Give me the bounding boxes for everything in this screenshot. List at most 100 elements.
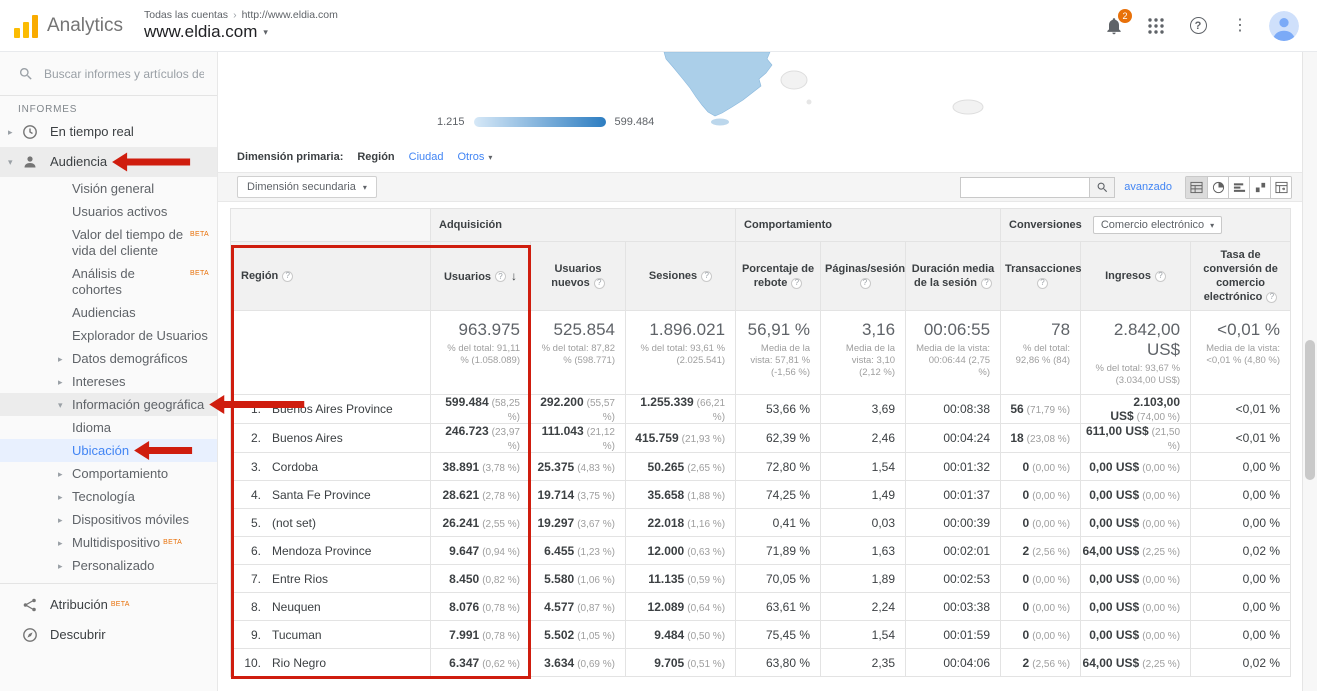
chevron-right-icon[interactable]: ▸ — [58, 489, 72, 505]
column-header-ingresos[interactable]: Ingresos? — [1081, 242, 1191, 311]
sidebar-item-tecnologia[interactable]: ▸Tecnología — [0, 485, 217, 508]
table-search-button[interactable] — [1090, 177, 1115, 198]
column-header-usuarios[interactable]: Usuarios?↓ — [431, 242, 531, 311]
map-region-tierra-del-fuego[interactable] — [711, 119, 729, 126]
column-header-tasa-conversion[interactable]: Tasa de conversión de comercio electróni… — [1191, 242, 1291, 311]
row-number: 1. — [239, 402, 261, 416]
region-link[interactable]: (not set) — [272, 516, 316, 530]
metric-percent: (0,69 %) — [577, 659, 615, 670]
chevron-right-icon[interactable]: ▸ — [58, 558, 72, 574]
chevron-down-icon[interactable]: ▾ — [58, 397, 72, 413]
sidebar-item-analisis-de-cohortes[interactable]: Análisis de cohortesBETA — [0, 262, 217, 301]
chevron-right-icon[interactable]: ▸ — [58, 512, 72, 528]
region-link[interactable]: Buenos Aires Province — [272, 402, 393, 416]
region-link[interactable]: Buenos Aires — [272, 431, 343, 445]
chevron-right-icon[interactable]: ▸ — [58, 374, 72, 390]
column-header-row: Región? Usuarios?↓ Usuarios nuevos? Sesi… — [231, 242, 1291, 311]
sidebar-item-descubrir[interactable]: Descubrir — [0, 620, 217, 650]
view-pivot-button[interactable] — [1270, 177, 1291, 198]
column-help-icon[interactable]: ? — [860, 278, 871, 289]
column-help-icon[interactable]: ? — [981, 278, 992, 289]
sidebar-item-personalizado[interactable]: ▸Personalizado — [0, 554, 217, 577]
sidebar-item-intereses[interactable]: ▸Intereses — [0, 370, 217, 393]
vertical-scrollbar[interactable] — [1302, 52, 1317, 691]
column-help-icon[interactable]: ? — [701, 271, 712, 282]
sidebar-search[interactable] — [0, 52, 217, 96]
sidebar-item-dispositivos-moviles[interactable]: ▸Dispositivos móviles — [0, 508, 217, 531]
sidebar-item-label: Personalizado — [72, 558, 154, 574]
sidebar-item-comportamiento[interactable]: ▸Comportamiento — [0, 462, 217, 485]
secondary-dimension-button[interactable]: Dimensión secundaria ▾ — [237, 176, 377, 198]
column-help-icon[interactable]: ? — [594, 278, 605, 289]
sidebar-item-usuarios-activos[interactable]: Usuarios activos — [0, 200, 217, 223]
summary-subtext: Media de la vista: 00:06:44 (2,75 %) — [916, 343, 990, 379]
sidebar-item-audiencias[interactable]: Audiencias — [0, 301, 217, 324]
sidebar-item-ubicacion[interactable]: Ubicación — [0, 439, 217, 462]
notifications-button[interactable]: 2 — [1101, 13, 1127, 39]
metric-value: 70,05 % — [766, 572, 810, 586]
region-link[interactable]: Santa Fe Province — [272, 488, 371, 502]
google-analytics-logo[interactable]: Analytics — [0, 14, 130, 38]
region-link[interactable]: Cordoba — [272, 460, 318, 474]
chevron-right-icon[interactable]: ▸ — [58, 535, 72, 551]
apps-grid-button[interactable] — [1143, 13, 1169, 39]
sidebar-item-idioma[interactable]: Idioma — [0, 416, 217, 439]
sidebar-item-en-tiempo-real[interactable]: ▸En tiempo real — [0, 117, 217, 147]
view-comparison-button[interactable] — [1249, 177, 1270, 198]
region-link[interactable]: Tucuman — [272, 628, 322, 642]
metric-value: 38.891 — [443, 460, 480, 474]
column-header-sesiones[interactable]: Sesiones? — [626, 242, 736, 311]
scrollbar-thumb[interactable] — [1305, 340, 1315, 480]
breadcrumb-all-accounts[interactable]: Todas las cuentas — [144, 9, 228, 21]
view-percentage-button[interactable] — [1207, 177, 1228, 198]
column-header-region[interactable]: Región? — [231, 242, 431, 311]
account-name-row[interactable]: www.eldia.com ▾ — [144, 22, 338, 42]
column-help-icon[interactable]: ? — [495, 271, 506, 282]
overflow-menu-button[interactable]: ⋮ — [1227, 13, 1253, 39]
search-input[interactable] — [44, 67, 204, 81]
chevron-down-icon[interactable]: ▾ — [8, 154, 22, 170]
sidebar-item-informacion-geografica[interactable]: ▾Información geográfica — [0, 393, 217, 416]
column-header-rebote[interactable]: Porcentaje de rebote? — [736, 242, 821, 311]
column-help-icon[interactable]: ? — [1266, 292, 1277, 303]
sidebar-item-datos-demograficos[interactable]: ▸Datos demográficos — [0, 347, 217, 370]
chevron-right-icon[interactable]: ▸ — [58, 466, 72, 482]
column-help-icon[interactable]: ? — [1037, 278, 1048, 289]
column-help-icon[interactable]: ? — [791, 278, 802, 289]
view-performance-button[interactable] — [1228, 177, 1249, 198]
chevron-right-icon[interactable]: ▸ — [58, 351, 72, 367]
region-link[interactable]: Rio Negro — [272, 656, 326, 670]
column-help-icon[interactable]: ? — [1155, 271, 1166, 282]
dimension-region[interactable]: Región — [357, 151, 394, 163]
metric-cell: 5.580(1,06 %) — [531, 565, 626, 593]
sort-descending-icon[interactable]: ↓ — [511, 269, 517, 283]
dimension-other[interactable]: Otros ▾ — [458, 151, 493, 163]
column-header-duracion[interactable]: Duración media de la sesión? — [906, 242, 1001, 311]
ecommerce-selector[interactable]: Comercio electrónico ▾ — [1093, 216, 1222, 234]
sidebar-item-multidispositivo[interactable]: ▸MultidispositivoBETA — [0, 531, 217, 554]
help-button[interactable]: ? — [1185, 13, 1211, 39]
sidebar-item-atribucion[interactable]: AtribuciónBETA — [0, 590, 217, 620]
view-table-button[interactable] — [1186, 177, 1207, 198]
sidebar-item-valor-del-tiempo-de-vida-del-cliente[interactable]: Valor del tiempo de vida del clienteBETA — [0, 223, 217, 262]
table-search-input[interactable] — [960, 177, 1090, 198]
metric-percent: (0,64 %) — [687, 603, 725, 614]
advanced-search-link[interactable]: avanzado — [1124, 181, 1172, 193]
dimension-city[interactable]: Ciudad — [409, 151, 444, 163]
region-link[interactable]: Mendoza Province — [272, 544, 371, 558]
account-switcher[interactable]: Todas las cuentas › http://www.eldia.com… — [144, 9, 338, 42]
column-help-icon[interactable]: ? — [282, 271, 293, 282]
chevron-right-icon[interactable]: ▸ — [8, 124, 22, 140]
sidebar-item-audiencia[interactable]: ▾Audiencia — [0, 147, 217, 177]
map-region-argentina[interactable] — [664, 52, 772, 116]
user-avatar[interactable] — [1269, 11, 1299, 41]
region-link[interactable]: Entre Rios — [272, 572, 328, 586]
column-header-paginas-sesion[interactable]: Páginas/sesión? — [821, 242, 906, 311]
summary-subtext: % del total: 93,61 % (2.025.541) — [636, 343, 725, 367]
column-header-usuarios-nuevos[interactable]: Usuarios nuevos? — [531, 242, 626, 311]
region-link[interactable]: Neuquen — [272, 600, 321, 614]
sidebar-item-explorador-de-usuarios[interactable]: Explorador de Usuarios — [0, 324, 217, 347]
column-header-transacciones[interactable]: Transacciones? — [1001, 242, 1081, 311]
sidebar-item-vision-general[interactable]: Visión general — [0, 177, 217, 200]
breadcrumb-property[interactable]: http://www.eldia.com — [242, 9, 338, 21]
